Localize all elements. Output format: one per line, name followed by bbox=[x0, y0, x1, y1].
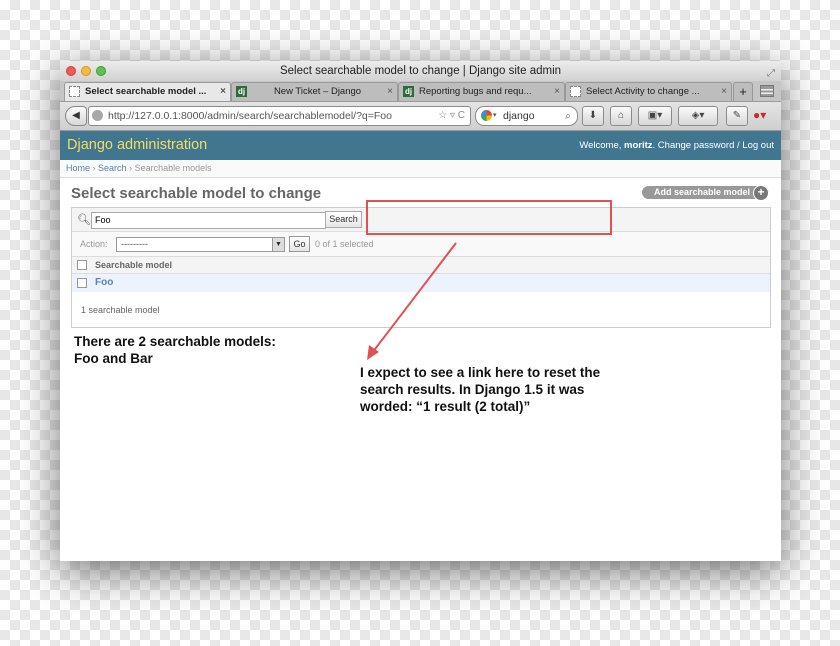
arrow-line bbox=[371, 242, 457, 354]
note-line: Foo and Bar bbox=[74, 351, 153, 366]
note-line: There are 2 searchable models: bbox=[74, 334, 276, 349]
note-right: I expect to see a link here to reset the… bbox=[360, 364, 600, 415]
note-line: worded: “1 result (2 total)” bbox=[360, 399, 531, 414]
note-line: I expect to see a link here to reset the bbox=[360, 365, 601, 380]
note-line: search results. In Django 1.5 it was bbox=[360, 382, 585, 397]
note-left: There are 2 searchable models: Foo and B… bbox=[74, 333, 276, 367]
annotation-arrow bbox=[367, 242, 457, 360]
